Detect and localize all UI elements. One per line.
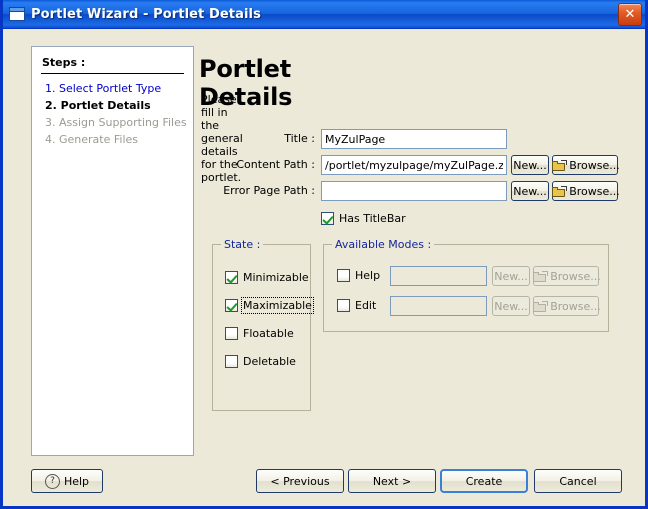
- has-titlebar-checkbox-row[interactable]: Has TitleBar: [321, 210, 406, 226]
- next-button[interactable]: Next >: [348, 469, 436, 493]
- minimizable-label: Minimizable: [243, 270, 309, 284]
- help-button[interactable]: ? Help: [31, 469, 103, 493]
- content-path-browse-button[interactable]: Browse...: [552, 155, 620, 175]
- error-page-label: Error Page Path :: [223, 184, 315, 197]
- available-modes-group: Available Modes : Help New... Browse... …: [323, 238, 609, 332]
- content-path-browse-label: Browse...: [569, 158, 620, 172]
- steps-heading: Steps :: [42, 56, 86, 69]
- state-option-floatable[interactable]: Floatable: [225, 325, 294, 341]
- state-option-deletable[interactable]: Deletable: [225, 353, 296, 369]
- floatable-checkbox[interactable]: [225, 326, 238, 340]
- minimizable-checkbox[interactable]: [225, 270, 238, 284]
- content-path-label: Content Path :: [236, 158, 315, 171]
- state-option-minimizable[interactable]: Minimizable: [225, 269, 309, 285]
- steps-divider: [41, 73, 184, 74]
- maximizable-checkbox[interactable]: [225, 298, 238, 312]
- error-page-input[interactable]: [321, 181, 507, 201]
- close-icon[interactable]: ✕: [618, 3, 642, 26]
- help-mode-new-button[interactable]: New...: [492, 266, 530, 286]
- step-item-4: 4. Generate Files: [45, 133, 139, 146]
- maximizable-label: Maximizable: [241, 296, 314, 314]
- folder-open-icon: [533, 300, 549, 312]
- window-icon: [9, 7, 25, 21]
- help-mode-label: Help: [355, 268, 381, 282]
- mode-row-help[interactable]: Help: [337, 267, 380, 283]
- edit-mode-browse-button[interactable]: Browse...: [533, 296, 601, 316]
- edit-mode-browse-label: Browse...: [550, 299, 601, 313]
- dialog-body: Steps : 1. Select Portlet Type 2. Portle…: [3, 29, 645, 506]
- help-button-label: Help: [63, 474, 90, 488]
- edit-mode-checkbox[interactable]: [337, 298, 350, 312]
- has-titlebar-checkbox[interactable]: [321, 211, 334, 225]
- help-mode-checkbox[interactable]: [337, 268, 350, 282]
- edit-mode-new-button[interactable]: New...: [492, 296, 530, 316]
- folder-open-icon: [533, 270, 549, 282]
- state-option-maximizable[interactable]: Maximizable: [225, 296, 314, 314]
- portlet-wizard-window: Portlet Wizard - Portlet Details ✕ Steps…: [0, 0, 648, 509]
- edit-mode-input[interactable]: [390, 296, 487, 316]
- help-mode-input[interactable]: [390, 266, 487, 286]
- edit-mode-label: Edit: [355, 298, 377, 312]
- question-mark-icon: ?: [44, 473, 60, 489]
- has-titlebar-label: Has TitleBar: [339, 211, 406, 225]
- cancel-button[interactable]: Cancel: [534, 469, 622, 493]
- help-mode-browse-button[interactable]: Browse...: [533, 266, 601, 286]
- deletable-checkbox[interactable]: [225, 354, 238, 368]
- folder-open-icon: [552, 185, 568, 197]
- folder-open-icon: [552, 159, 568, 171]
- state-group-legend: State :: [221, 238, 264, 251]
- floatable-label: Floatable: [243, 326, 294, 340]
- window-title: Portlet Wizard - Portlet Details: [31, 6, 261, 22]
- error-page-browse-label: Browse...: [569, 184, 620, 198]
- content-path-input[interactable]: [321, 155, 507, 175]
- state-group: State : Minimizable Maximizable Floatabl…: [212, 238, 314, 411]
- error-page-browse-button[interactable]: Browse...: [552, 181, 620, 201]
- step-item-3: 3. Assign Supporting Files: [45, 116, 187, 129]
- mode-row-edit[interactable]: Edit: [337, 297, 376, 313]
- create-button[interactable]: Create: [440, 469, 528, 493]
- step-item-2: 2. Portlet Details: [45, 99, 151, 112]
- available-modes-legend: Available Modes :: [332, 238, 435, 251]
- step-item-1[interactable]: 1. Select Portlet Type: [45, 81, 184, 97]
- title-label: Title :: [284, 132, 315, 145]
- previous-button[interactable]: < Previous: [256, 469, 344, 493]
- help-mode-browse-label: Browse...: [550, 269, 601, 283]
- title-input[interactable]: [321, 129, 507, 149]
- deletable-label: Deletable: [243, 354, 296, 368]
- content-path-new-button[interactable]: New...: [511, 155, 549, 175]
- error-page-new-button[interactable]: New...: [511, 181, 549, 201]
- steps-panel: Steps : 1. Select Portlet Type 2. Portle…: [31, 46, 194, 456]
- title-bar: Portlet Wizard - Portlet Details ✕: [3, 0, 645, 29]
